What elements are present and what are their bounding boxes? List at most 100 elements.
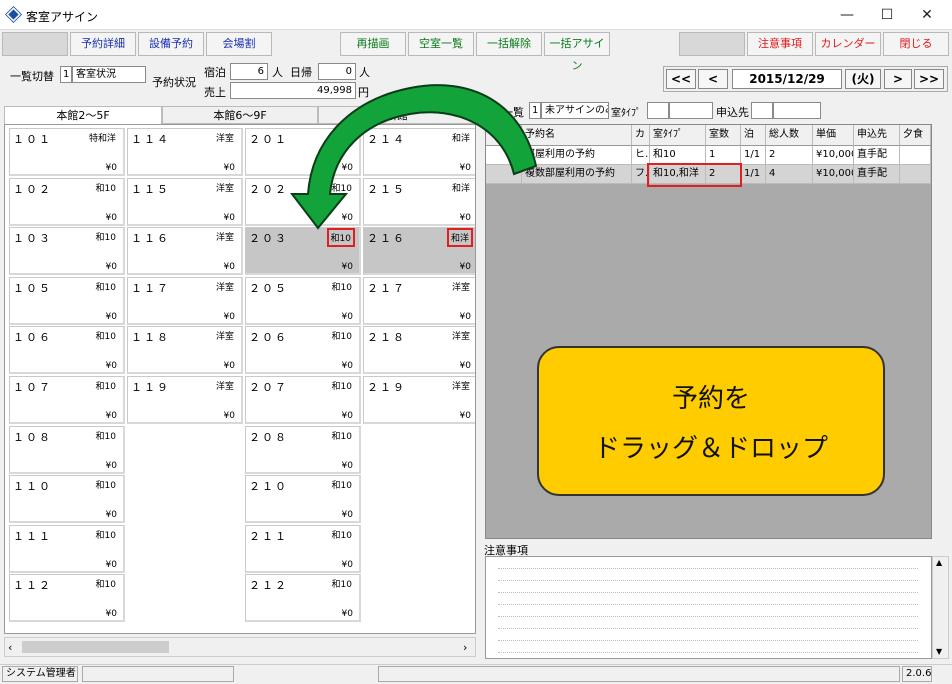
list-switch-number[interactable]: 1 xyxy=(60,66,72,83)
room-type: 和10 xyxy=(331,580,352,591)
maximize-icon[interactable]: ☐ xyxy=(872,4,902,26)
room-cell[interactable]: １１５ 洋室 ¥0 xyxy=(127,177,243,226)
room-cell[interactable]: ２０７ 和10 ¥0 xyxy=(245,376,361,424)
room-cell[interactable]: １１２ 和10 ¥0 xyxy=(9,574,125,623)
minimize-icon[interactable]: — xyxy=(832,4,862,26)
window-title: 客室アサイン xyxy=(26,10,99,24)
sales-label: 売上 xyxy=(204,86,226,99)
room-cell[interactable]: ２０８ 和10 ¥0 xyxy=(245,425,361,474)
status-user: システム管理者 xyxy=(2,666,78,682)
room-cell[interactable]: １１４ 洋室 ¥0 xyxy=(127,128,243,176)
column-header[interactable]: カ xyxy=(632,125,650,146)
notes-button[interactable]: 注意事項 xyxy=(747,32,813,56)
room-cell[interactable]: １０２ 和10 ¥0 xyxy=(9,177,125,226)
list-switch-select[interactable]: 客室状況 xyxy=(72,66,146,83)
applicant-field[interactable] xyxy=(773,102,821,119)
room-type: 特和洋 xyxy=(88,134,116,144)
column-header[interactable]: 申込先 xyxy=(854,125,900,146)
room-number: １１８ xyxy=(131,331,170,345)
day-of-week: (火) xyxy=(845,69,881,89)
room-cell[interactable]: ２１７ 洋室 ¥0 xyxy=(363,276,475,325)
notes-line xyxy=(498,628,918,629)
blank-button[interactable] xyxy=(2,32,68,56)
prev-week-button[interactable]: << xyxy=(666,69,696,89)
vacancy-list-button[interactable]: 空室一覧 xyxy=(408,32,474,56)
room-cell[interactable]: １１７ 洋室 ¥0 xyxy=(127,276,243,325)
room-type: 洋室 xyxy=(215,233,234,244)
close-button[interactable]: 閉じる xyxy=(883,32,949,56)
column-header[interactable]: 室ﾀｲﾌﾟ xyxy=(650,125,706,146)
close-icon[interactable]: ✕ xyxy=(912,4,942,26)
room-number: １０３ xyxy=(13,232,52,246)
next-week-button[interactable]: >> xyxy=(914,69,944,89)
room-number: １０６ xyxy=(13,331,52,345)
bulk-release-button[interactable]: 一括解除 xyxy=(476,32,542,56)
table-cell: 直手配 xyxy=(854,165,900,184)
column-header[interactable]: 泊 xyxy=(741,125,766,146)
room-number: １１１ xyxy=(13,529,52,543)
room-cell[interactable]: １０１ 特和洋 ¥0 xyxy=(9,128,125,176)
blank-button-2[interactable] xyxy=(679,32,745,56)
room-price: ¥0 xyxy=(105,361,117,372)
notes-line xyxy=(498,604,918,605)
room-cell[interactable]: ２０６ 和10 ¥0 xyxy=(245,326,361,375)
room-price: ¥0 xyxy=(105,510,117,521)
room-cell[interactable]: １０３ 和10 ¥0 xyxy=(9,227,125,276)
person-unit-2: 人 xyxy=(359,66,370,79)
applicant-code[interactable] xyxy=(751,102,773,119)
callout-line-2: ドラッグ＆ドロップ xyxy=(593,434,828,464)
stay-count: 6 xyxy=(230,63,268,80)
bulk-assign-button[interactable]: 一括アサイン xyxy=(544,32,610,72)
calendar-button[interactable]: カレンダー xyxy=(815,32,881,56)
callout-line-1: 予約を xyxy=(671,384,750,414)
room-cell[interactable]: １１８ 洋室 ¥0 xyxy=(127,326,243,375)
scroll-left-icon[interactable]: ‹ xyxy=(8,641,12,654)
room-cell[interactable]: １１１ 和10 ¥0 xyxy=(9,524,125,573)
room-number: ２０６ xyxy=(249,331,288,345)
scroll-down-icon[interactable]: ▼ xyxy=(936,647,942,656)
room-number: ２１１ xyxy=(249,529,288,543)
room-cell[interactable]: １０７ 和10 ¥0 xyxy=(9,376,125,424)
reservation-detail-button[interactable]: 予約詳細 xyxy=(70,32,136,56)
prev-day-button[interactable]: < xyxy=(698,69,728,89)
room-price: ¥0 xyxy=(105,559,117,570)
room-price: ¥0 xyxy=(105,311,117,322)
room-cell[interactable]: １０８ 和10 ¥0 xyxy=(9,425,125,474)
date-field[interactable]: 2015/12/29 xyxy=(732,69,842,89)
room-cell[interactable]: １０５ 和10 ¥0 xyxy=(9,276,125,325)
room-type-field[interactable] xyxy=(669,102,713,119)
room-cell[interactable]: ２１１ 和10 ¥0 xyxy=(245,524,361,573)
column-header[interactable]: 夕食 xyxy=(900,125,931,146)
tab-main-2-5f[interactable]: 本館2～5F xyxy=(4,106,162,126)
column-header[interactable]: 室数 xyxy=(706,125,741,146)
column-header[interactable]: 単価 xyxy=(813,125,854,146)
scrollbar-thumb[interactable] xyxy=(22,641,169,653)
venue-assign-button[interactable]: 会場割 xyxy=(206,32,272,56)
stay-label: 宿泊 xyxy=(204,66,226,79)
next-day-button[interactable]: > xyxy=(884,69,912,89)
notes-scrollbar[interactable] xyxy=(932,556,949,659)
room-cell[interactable]: ２０５ 和10 ¥0 xyxy=(245,276,361,325)
reservation-filter-select[interactable]: 未アサインのみ xyxy=(541,102,609,119)
scroll-up-icon[interactable]: ▲ xyxy=(936,558,942,567)
scroll-right-icon[interactable]: › xyxy=(463,641,467,654)
notes-line xyxy=(498,592,918,593)
notes-line xyxy=(498,652,918,653)
column-header[interactable]: 総人数 xyxy=(766,125,813,146)
room-cell[interactable]: １１６ 洋室 ¥0 xyxy=(127,227,243,276)
room-cell[interactable]: １１９ 洋室 ¥0 xyxy=(127,376,243,424)
room-cell[interactable]: １０６ 和10 ¥0 xyxy=(9,326,125,375)
room-cell[interactable]: ２１０ 和10 ¥0 xyxy=(245,475,361,524)
redraw-button[interactable]: 再描画 xyxy=(340,32,406,56)
table-cell: 1/1 xyxy=(741,146,766,165)
room-type: 和10 xyxy=(95,332,116,343)
room-price: ¥0 xyxy=(105,212,117,223)
room-cell[interactable]: ２１８ 洋室 ¥0 xyxy=(363,326,475,375)
room-type-code[interactable] xyxy=(647,102,669,119)
room-cell[interactable]: ２１９ 洋室 ¥0 xyxy=(363,376,475,424)
notes-area[interactable] xyxy=(485,556,932,659)
room-cell[interactable]: ２１２ 和10 ¥0 xyxy=(245,574,361,623)
room-number: １１７ xyxy=(131,281,170,295)
room-cell[interactable]: １１０ 和10 ¥0 xyxy=(9,475,125,524)
equipment-reservation-button[interactable]: 設備予約 xyxy=(138,32,204,56)
